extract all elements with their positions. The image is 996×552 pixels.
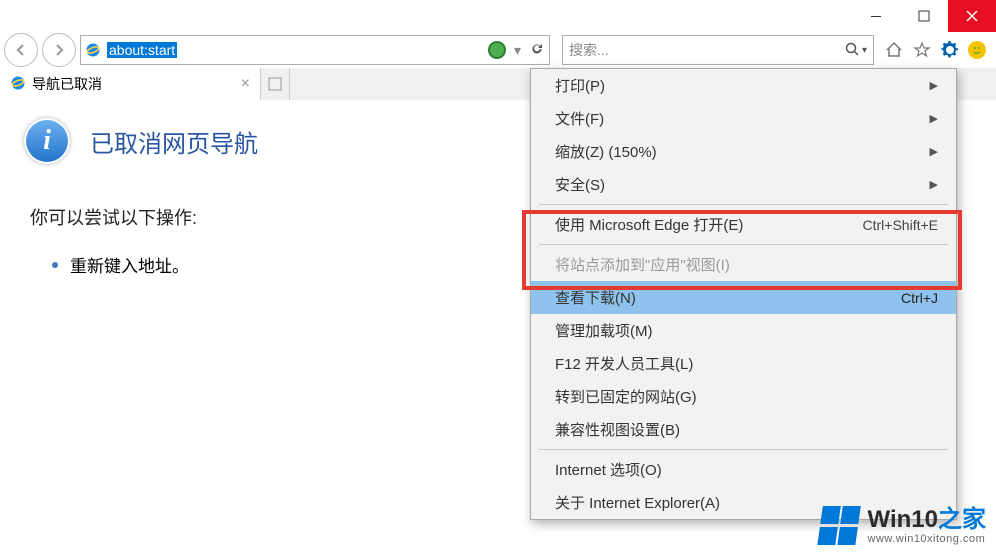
chevron-right-icon: ▶ bbox=[930, 145, 938, 158]
ie-icon bbox=[85, 42, 101, 58]
security-indicator-icon[interactable] bbox=[488, 41, 506, 59]
back-button[interactable] bbox=[4, 33, 38, 67]
watermark-brand-b: 之家 bbox=[938, 506, 986, 533]
menu-f12-devtools[interactable]: F12 开发人员工具(L) bbox=[531, 347, 956, 380]
tab-title: 导航已取消 bbox=[32, 74, 102, 94]
chevron-right-icon: ▶ bbox=[930, 112, 938, 125]
menu-safety[interactable]: 安全(S)▶ bbox=[531, 168, 956, 201]
chevron-right-icon: ▶ bbox=[930, 79, 938, 92]
tools-gear-icon[interactable] bbox=[940, 40, 960, 60]
suggestion-text: 重新键入地址。 bbox=[70, 252, 189, 277]
chevron-right-icon: ▶ bbox=[930, 178, 938, 191]
search-placeholder: 搜索... bbox=[569, 40, 609, 60]
ie-icon bbox=[10, 75, 26, 94]
menu-add-site-apps: 将站点添加到"应用"视图(I) bbox=[531, 248, 956, 281]
home-icon[interactable] bbox=[884, 40, 904, 60]
menu-manage-addons[interactable]: 管理加载项(M) bbox=[531, 314, 956, 347]
shortcut-label: Ctrl+Shift+E bbox=[863, 217, 938, 233]
menu-file[interactable]: 文件(F)▶ bbox=[531, 102, 956, 135]
tab-close-icon[interactable]: × bbox=[241, 75, 250, 93]
feedback-smiley-icon[interactable] bbox=[968, 41, 986, 59]
favorites-icon[interactable] bbox=[912, 40, 932, 60]
address-bar[interactable]: about:start ▾ bbox=[80, 35, 550, 65]
search-box[interactable]: 搜索... ▾ bbox=[562, 35, 874, 65]
watermark-url: www.win10xitong.com bbox=[868, 533, 986, 545]
page-heading: 已取消网页导航 bbox=[90, 124, 258, 159]
address-dropdown-icon[interactable]: ▾ bbox=[514, 42, 521, 59]
menu-view-downloads[interactable]: 查看下载(N)Ctrl+J bbox=[531, 281, 956, 314]
tools-menu: 打印(P)▶ 文件(F)▶ 缩放(Z) (150%)▶ 安全(S)▶ 使用 Mi… bbox=[530, 68, 957, 520]
info-icon: i bbox=[24, 118, 70, 164]
menu-zoom[interactable]: 缩放(Z) (150%)▶ bbox=[531, 135, 956, 168]
menu-open-edge[interactable]: 使用 Microsoft Edge 打开(E)Ctrl+Shift+E bbox=[531, 208, 956, 241]
menu-internet-options[interactable]: Internet 选项(O) bbox=[531, 453, 956, 486]
windows-logo-icon bbox=[817, 506, 863, 546]
watermark: Win10之家 www.win10xitong.com bbox=[820, 506, 986, 546]
watermark-brand-a: Win10 bbox=[868, 506, 938, 533]
bullet-icon bbox=[52, 262, 58, 268]
maximize-button[interactable] bbox=[900, 0, 948, 32]
close-button[interactable] bbox=[948, 0, 996, 32]
menu-pinned-sites[interactable]: 转到已固定的网站(G) bbox=[531, 380, 956, 413]
shortcut-label: Ctrl+J bbox=[901, 290, 938, 306]
search-dropdown-icon[interactable]: ▾ bbox=[862, 45, 867, 56]
menu-separator bbox=[539, 449, 948, 450]
minimize-button[interactable] bbox=[852, 0, 900, 32]
forward-button[interactable] bbox=[42, 33, 76, 67]
new-tab-button[interactable] bbox=[261, 68, 290, 100]
search-icon[interactable] bbox=[844, 41, 860, 60]
menu-print[interactable]: 打印(P)▶ bbox=[531, 69, 956, 102]
menu-separator bbox=[539, 244, 948, 245]
address-text: about:start bbox=[107, 42, 177, 58]
menu-separator bbox=[539, 204, 948, 205]
refresh-button[interactable] bbox=[529, 41, 545, 60]
menu-compat-view[interactable]: 兼容性视图设置(B) bbox=[531, 413, 956, 446]
tab-active[interactable]: 导航已取消 × bbox=[0, 68, 261, 100]
